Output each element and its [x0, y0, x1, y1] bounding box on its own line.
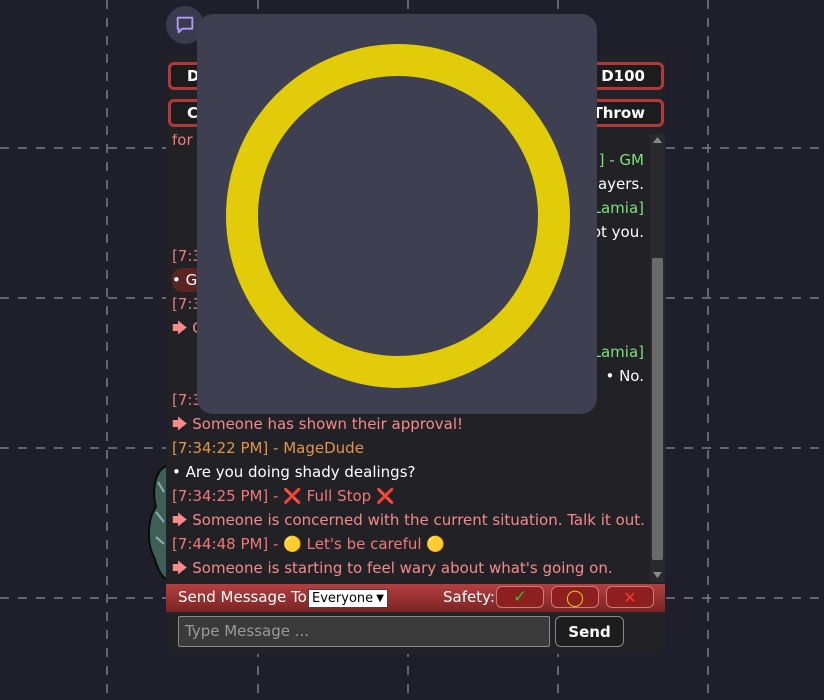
send-bar: Send Message To: Everyone ▼ Safety: ✓ ◯ … — [166, 584, 665, 612]
recipient-value: Everyone — [312, 591, 374, 606]
chat-bubble-icon — [176, 16, 194, 34]
log-line: 🡆 Someone is starting to feel wary about… — [172, 559, 613, 577]
log-line: [7:34:22 PM] - MageDude — [172, 439, 364, 457]
log-line: • Are you doing shady dealings? — [172, 463, 416, 481]
scroll-thumb[interactable] — [652, 258, 663, 560]
safety-stop-button[interactable]: ✕ — [606, 586, 654, 608]
chat-scrollbar[interactable] — [650, 134, 665, 582]
d100-button[interactable]: D100 — [601, 67, 645, 85]
triangle-up-icon[interactable] — [653, 137, 662, 143]
log-line: [7:34:25 PM] - ❌ Full Stop ❌ — [172, 487, 395, 505]
safety-careful-button[interactable]: ◯ — [551, 586, 599, 608]
recipient-select[interactable]: Everyone ▼ — [308, 589, 388, 608]
safety-popup[interactable] — [197, 14, 597, 414]
chevron-down-icon: ▼ — [376, 593, 384, 604]
send-button-label: Send — [568, 622, 611, 641]
triangle-down-icon[interactable] — [653, 572, 662, 578]
log-line: ] - GM — [598, 151, 644, 169]
message-input[interactable]: Type Message ... — [178, 616, 550, 647]
character-token[interactable] — [144, 462, 169, 582]
yellow-ring-icon — [226, 44, 570, 388]
log-line: • No. — [605, 367, 644, 385]
checkmark-icon: ✓ — [512, 587, 528, 607]
safety-ok-button[interactable]: ✓ — [496, 586, 544, 608]
log-line: 🡆 Someone has shown their approval! — [172, 415, 464, 433]
circle-icon: ◯ — [566, 587, 584, 607]
send-to-label: Send Message To: — [178, 588, 312, 606]
log-line: 🡆 Someone is concerned with the current … — [172, 511, 645, 529]
send-button[interactable]: Send — [555, 616, 624, 647]
log-line: Lamia] — [592, 343, 644, 361]
throw-button[interactable]: Throw — [593, 104, 645, 122]
x-icon: ✕ — [623, 587, 637, 607]
safety-label: Safety: — [443, 588, 495, 606]
log-line: Lamia] — [592, 199, 644, 217]
log-line: ot you. — [591, 223, 644, 241]
log-line: [7:44:48 PM] - 🟡 Let's be careful 🟡 — [172, 535, 446, 553]
message-placeholder: Type Message ... — [185, 622, 310, 640]
